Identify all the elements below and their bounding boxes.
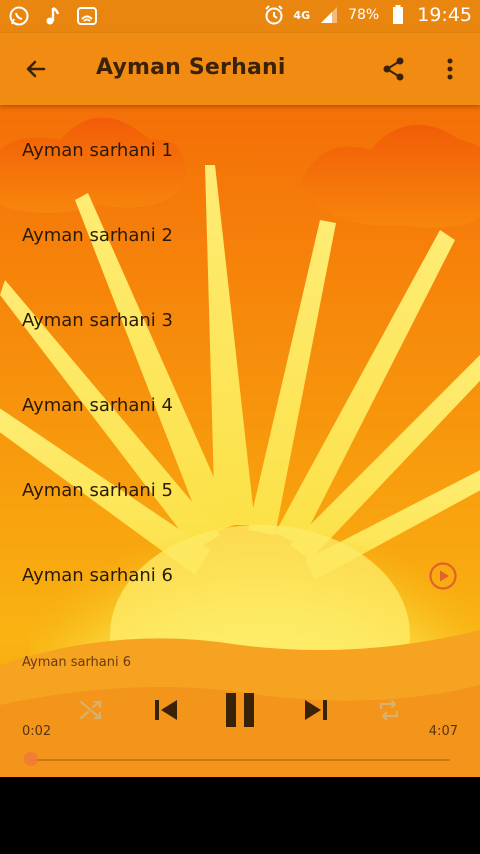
previous-button[interactable] (148, 691, 184, 729)
battery-icon (387, 3, 409, 27)
list-item[interactable]: Ayman sarhani 5 (0, 448, 480, 533)
play-circle-icon[interactable] (428, 561, 458, 591)
list-item[interactable]: Ayman sarhani 2 (0, 193, 480, 278)
shuffle-button[interactable] (74, 693, 108, 727)
app-title: Ayman Serhani (96, 55, 286, 80)
track-title: Ayman sarhani 2 (22, 225, 173, 246)
app-bar: Ayman Serhani (0, 33, 480, 105)
bottom-area (0, 777, 480, 854)
track-title: Ayman sarhani 1 (22, 140, 173, 161)
seek-thumb[interactable] (24, 752, 38, 766)
network-type: 4G (293, 8, 311, 22)
next-icon (305, 700, 327, 720)
player-panel: Ayman sarhani 6 0:02 4:07 (0, 643, 480, 777)
share-icon (383, 57, 404, 81)
alarm-icon (263, 3, 285, 27)
cast-icon (76, 4, 98, 28)
more-options-button[interactable] (432, 49, 468, 89)
track-title: Ayman sarhani 5 (22, 480, 173, 501)
previous-icon (155, 700, 177, 720)
list-item[interactable]: Ayman sarhani 6 (0, 533, 480, 618)
seek-bar[interactable] (30, 759, 450, 761)
track-title: Ayman sarhani 6 (22, 565, 173, 586)
screen: 4G 78% 19:45 Ayman Serhani Ayman sarhani… (0, 0, 480, 854)
list-item[interactable]: Ayman sarhani 1 (0, 108, 480, 193)
pause-button[interactable] (218, 687, 262, 733)
more-vert-icon (447, 58, 453, 80)
pause-icon (226, 693, 254, 727)
track-title: Ayman sarhani 4 (22, 395, 173, 416)
signal-icon (318, 3, 340, 27)
track-title: Ayman sarhani 3 (22, 310, 173, 331)
shuffle-icon (79, 700, 102, 720)
list-item[interactable]: Ayman sarhani 4 (0, 363, 480, 448)
share-button[interactable] (374, 49, 414, 89)
back-button[interactable] (16, 49, 56, 89)
duration-time: 4:07 (428, 724, 458, 739)
back-arrow-icon (26, 60, 46, 78)
status-time: 19:45 (417, 4, 472, 26)
list-item[interactable]: Ayman sarhani 3 (0, 278, 480, 363)
music-note-icon (42, 4, 64, 28)
repeat-button[interactable] (372, 693, 406, 727)
now-playing-title: Ayman sarhani 6 (22, 655, 132, 670)
elapsed-time: 0:02 (22, 724, 52, 739)
whatsapp-icon (8, 4, 30, 28)
status-bar: 4G 78% 19:45 (0, 0, 480, 33)
repeat-icon (379, 699, 399, 721)
battery-percent: 78% (348, 7, 380, 23)
next-button[interactable] (298, 691, 334, 729)
track-list: Ayman sarhani 1 Ayman sarhani 2 Ayman sa… (0, 105, 480, 643)
